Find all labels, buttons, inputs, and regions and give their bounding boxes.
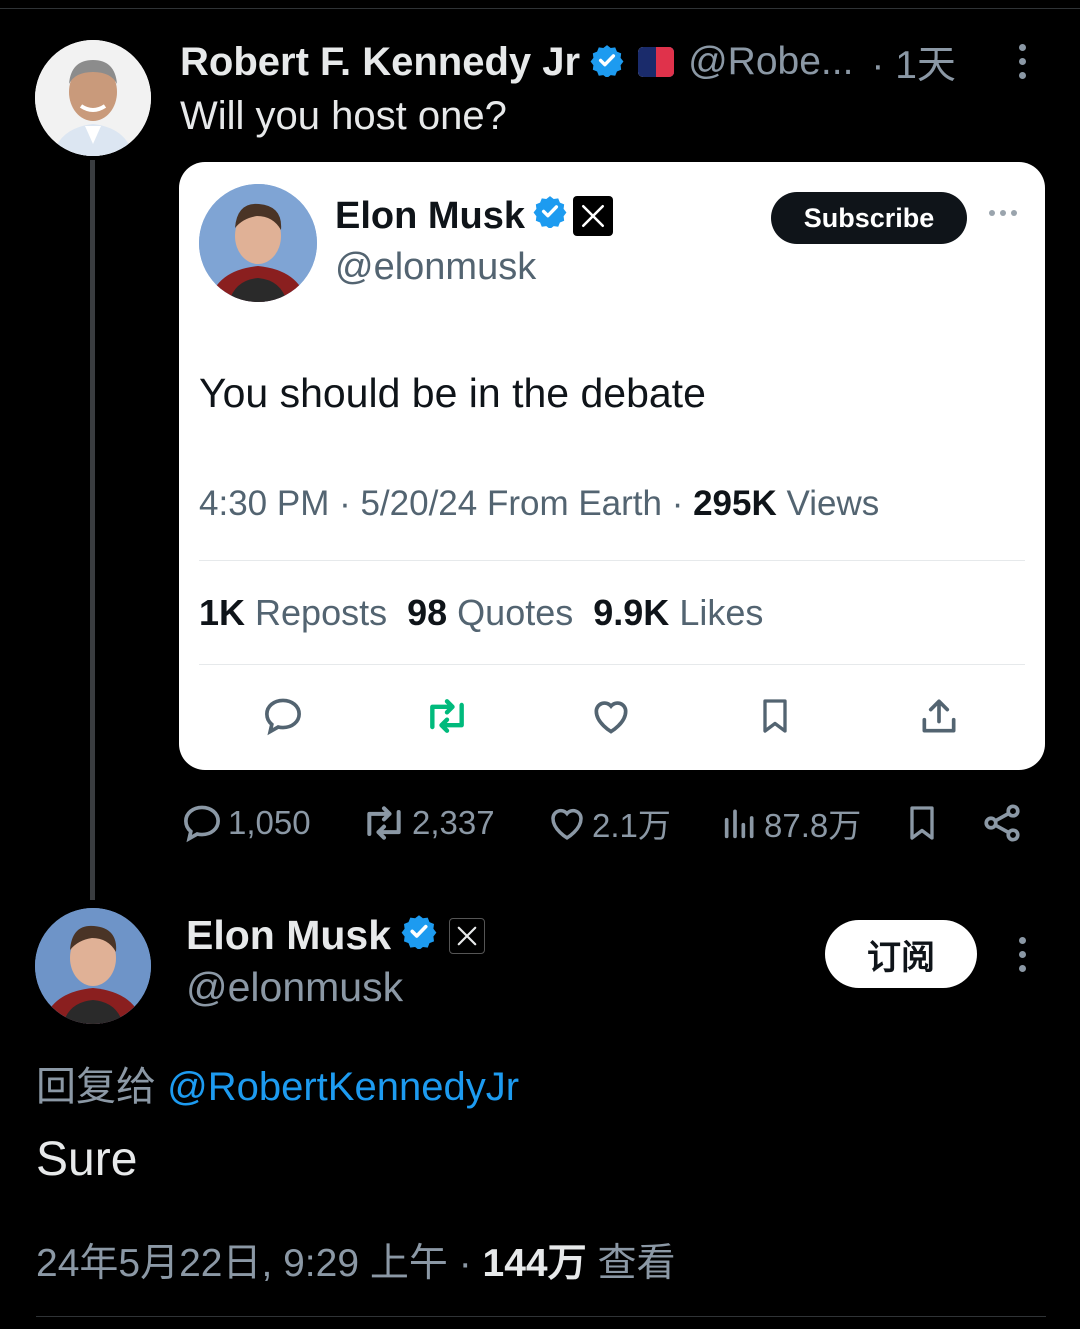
reply-author: Elon Musk [186, 912, 486, 959]
quotes-label: Quotes [447, 592, 574, 633]
share-icon [984, 804, 1020, 842]
timestamp[interactable]: · 1天 [871, 34, 956, 90]
quoted-author-name: Elon Musk [335, 194, 614, 238]
avatar-elon[interactable] [35, 908, 151, 1024]
quoted-tweet-card[interactable]: Elon Musk @elonmusk Subscribe You should… [179, 162, 1045, 770]
quoted-tweet-stats: 1K Reposts 98 Quotes 9.9K Likes [199, 592, 763, 634]
reply-count: 1,050 [228, 804, 311, 841]
parent-header: Robert F. Kennedy Jr @Robe... · 1天 [180, 36, 956, 88]
avatar-elon [199, 184, 317, 302]
repost-count: 2,337 [412, 804, 495, 841]
quoted-author-name-text: Elon Musk [335, 194, 526, 237]
like-count: 2.1万 [592, 807, 671, 844]
author-name[interactable]: Robert F. Kennedy Jr [180, 40, 580, 85]
share-icon [915, 692, 963, 740]
share-button[interactable] [980, 800, 1028, 846]
affiliation-badge-icon[interactable] [638, 47, 675, 77]
subscribe-button[interactable]: Subscribe [771, 192, 967, 244]
more-options-icon[interactable] [1012, 44, 1032, 79]
reply-views-count: 144万 [482, 1242, 587, 1285]
reply-author-name[interactable]: Elon Musk [186, 912, 391, 959]
thread-connector [90, 160, 95, 900]
quoted-timestamp: 4:30 PM · 5/20/24 From Earth · [199, 484, 694, 523]
like-icon [551, 808, 583, 840]
verified-badge-icon [533, 194, 567, 238]
top-divider [0, 8, 1080, 9]
divider [199, 560, 1025, 561]
bookmark-icon [751, 692, 799, 740]
like-action[interactable]: 2.1万 [546, 800, 671, 846]
reply-timestamp[interactable]: 24年5月22日, 9:29 上午 · [36, 1242, 483, 1285]
reply-author-handle[interactable]: @elonmusk [186, 964, 403, 1011]
bookmark-button[interactable] [902, 800, 946, 846]
x-logo-icon[interactable] [449, 917, 486, 954]
quoted-views-count: 295K [693, 484, 777, 523]
reply-meta: 24年5月22日, 9:29 上午 · 144万 查看 [36, 1232, 675, 1288]
tweet-text: Will you host one? [180, 94, 507, 138]
like-icon [587, 692, 635, 740]
avatar-rfk[interactable] [35, 40, 151, 156]
replying-to-label: 回复给 [36, 1065, 168, 1109]
quoted-author-handle: @elonmusk [335, 246, 537, 288]
reply-icon [184, 805, 220, 843]
reposts-count: 1K [199, 592, 246, 633]
bottom-divider [36, 1316, 1046, 1317]
divider [199, 664, 1025, 665]
quoted-tweet-meta: 4:30 PM · 5/20/24 From Earth · 295K View… [199, 484, 879, 524]
reply-views-label: 查看 [586, 1242, 676, 1285]
more-options-icon[interactable] [1012, 937, 1032, 972]
verified-badge-icon [590, 43, 624, 82]
views-action[interactable]: 87.8万 [720, 800, 861, 846]
quoted-tweet-text: You should be in the debate [199, 370, 706, 416]
repost-icon [423, 692, 471, 740]
verified-badge-icon [401, 912, 437, 959]
reply-icon [259, 692, 307, 740]
mention-link[interactable]: @RobertKennedyJr [167, 1065, 519, 1109]
likes-label: Likes [669, 592, 764, 633]
views-icon [724, 809, 754, 839]
subscribe-button[interactable]: 订阅 [825, 920, 977, 988]
quoted-views-label: Views [776, 484, 880, 523]
likes-count: 9.9K [593, 592, 670, 633]
bookmark-icon [910, 806, 934, 840]
views-count: 87.8万 [764, 807, 862, 844]
reply-action[interactable]: 1,050 [180, 800, 311, 846]
reposts-label: Reposts [245, 592, 388, 633]
quotes-count: 98 [407, 592, 448, 633]
x-logo-icon [573, 196, 614, 236]
repost-icon [367, 806, 401, 840]
author-handle[interactable]: @Robe... [688, 40, 853, 84]
replying-to: 回复给 @RobertKennedyJr [36, 1054, 519, 1112]
more-options-icon[interactable] [989, 210, 1017, 216]
repost-action[interactable]: 2,337 [360, 800, 495, 846]
reply-tweet-text: Sure [36, 1133, 138, 1186]
